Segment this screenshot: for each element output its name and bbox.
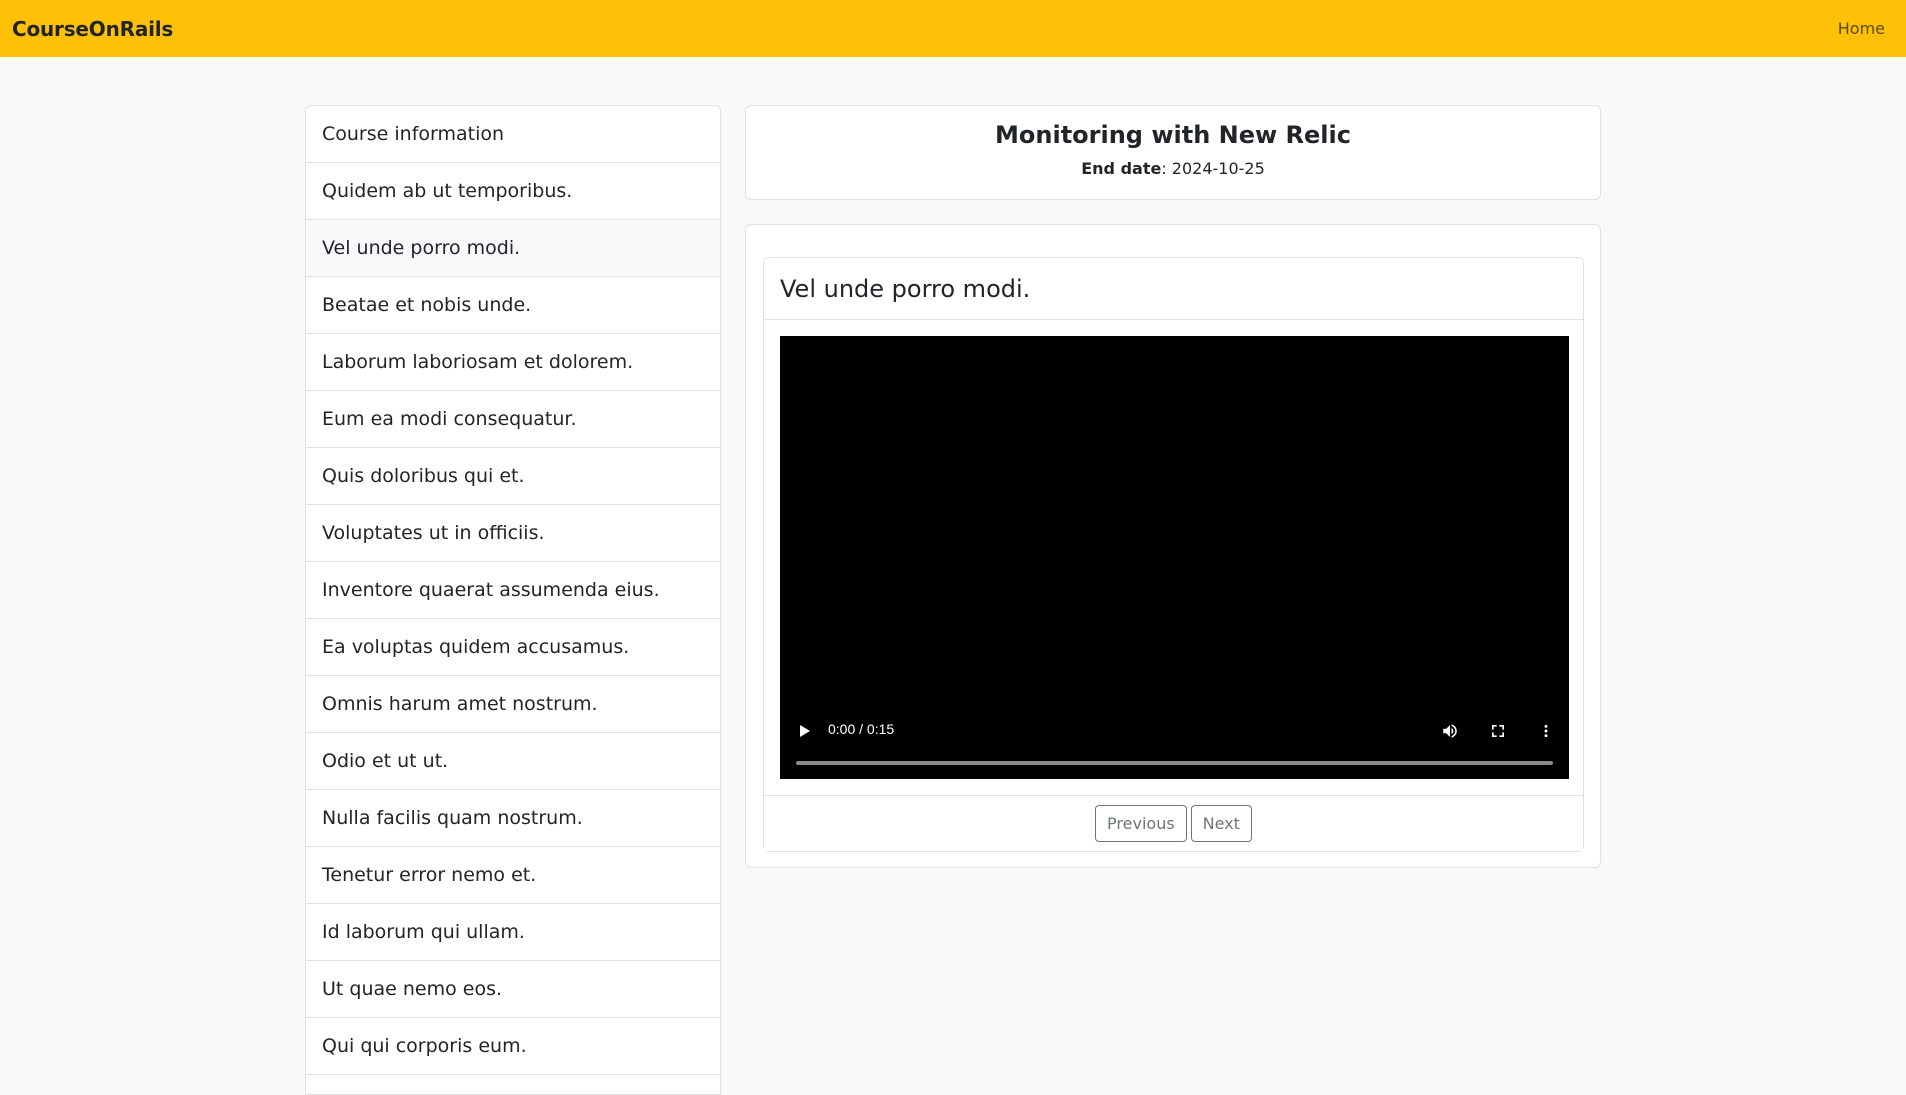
video-player[interactable]: 0:00 / 0:15 xyxy=(780,336,1569,779)
sidebar-item-lesson[interactable]: Odio et ut ut. xyxy=(306,733,720,790)
home-link[interactable]: Home xyxy=(1838,19,1885,38)
next-button[interactable]: Next xyxy=(1190,805,1252,842)
sidebar-item-lesson[interactable]: Quis doloribus qui et. xyxy=(306,448,720,505)
sidebar-item-lesson[interactable]: Qui qui corporis eum. xyxy=(306,1018,720,1075)
video-controls: 0:00 / 0:15 xyxy=(780,709,1569,779)
play-icon[interactable] xyxy=(800,725,810,737)
volume-icon[interactable] xyxy=(1438,719,1462,743)
sidebar-item-lesson[interactable]: Tenetur error nemo et. xyxy=(306,847,720,904)
sidebar-item-lesson[interactable]: Inventore quaerat assumenda eius. xyxy=(306,562,720,619)
end-date: End date: 2024-10-25 xyxy=(746,159,1600,178)
sidebar-item-lesson[interactable]: Voluptates ut in officiis. xyxy=(306,505,720,562)
sidebar-item-lesson[interactable]: Beatae et nobis unde. xyxy=(306,277,720,334)
end-date-separator: : xyxy=(1161,159,1172,178)
sidebar-item-lesson[interactable]: Ut quae nemo eos. xyxy=(306,961,720,1018)
end-date-label: End date xyxy=(1081,159,1162,178)
fullscreen-icon[interactable] xyxy=(1486,719,1510,743)
lesson-card: Vel unde porro modi. 0:00 / 0:15 Previou… xyxy=(763,257,1584,852)
lesson-sidebar: Course information Quidem ab ut temporib… xyxy=(305,105,721,1095)
lesson-container-card: Vel unde porro modi. 0:00 / 0:15 Previou… xyxy=(745,224,1601,868)
end-date-value: 2024-10-25 xyxy=(1171,159,1265,178)
course-header-card: Monitoring with New Relic End date: 2024… xyxy=(745,105,1601,200)
brand-logo-text[interactable]: CourseOnRails xyxy=(12,17,173,41)
sidebar-item-course-information[interactable]: Course information xyxy=(306,106,720,163)
previous-button[interactable]: Previous xyxy=(1095,805,1187,842)
sidebar-item-lesson[interactable]: Nulla facilis quam nostrum. xyxy=(306,790,720,847)
sidebar-item-lesson[interactable]: Id laborum qui ullam. xyxy=(306,904,720,961)
top-navbar: CourseOnRails Home xyxy=(0,0,1906,57)
sidebar-item-lesson[interactable]: Quidem ab ut temporibus. xyxy=(306,163,720,220)
lesson-title: Vel unde porro modi. xyxy=(764,258,1583,320)
sidebar-item-lesson[interactable]: Laborum laboriosam et dolorem. xyxy=(306,334,720,391)
sidebar-item-lesson[interactable]: Ea voluptas quidem accusamus. xyxy=(306,619,720,676)
sidebar-item-lesson-active[interactable]: Vel unde porro modi. xyxy=(306,220,720,277)
sidebar-item-lesson[interactable]: Omnis harum amet nostrum. xyxy=(306,676,720,733)
more-options-icon[interactable] xyxy=(1534,719,1558,743)
sidebar-item-lesson[interactable]: Eum ea modi consequatur. xyxy=(306,391,720,448)
video-progress-bar[interactable] xyxy=(796,761,1553,765)
video-time-display: 0:00 / 0:15 xyxy=(828,721,895,737)
course-title: Monitoring with New Relic xyxy=(995,121,1351,149)
lesson-navigation: Previous Next xyxy=(764,795,1583,851)
